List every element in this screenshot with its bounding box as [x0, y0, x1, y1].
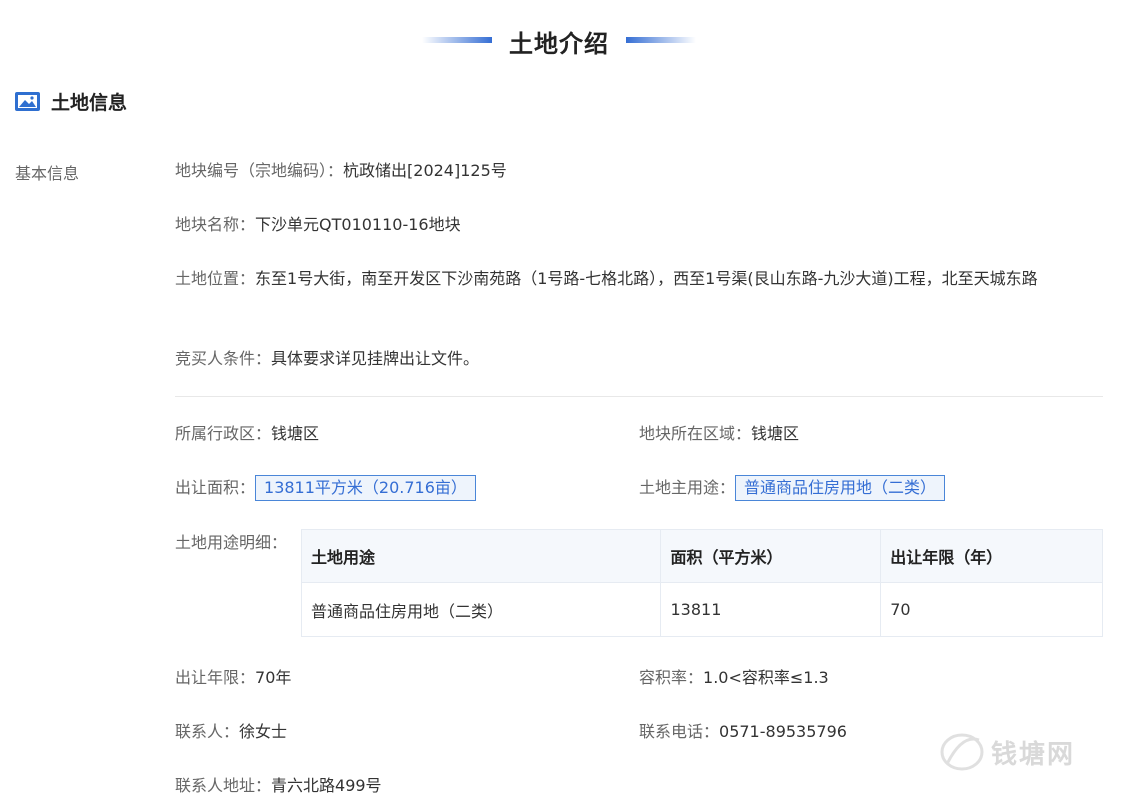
contact-row: 联系人：徐女士	[175, 719, 287, 745]
divider	[175, 396, 1103, 397]
location-row: 土地位置： 东至1号大街，南至开发区下沙南苑路（1号路-七格北路），西至1号渠(艮…	[175, 266, 1105, 292]
contact-label: 联系人：	[175, 722, 240, 741]
district-value: 钱塘区	[271, 424, 320, 443]
use-detail-label-text: 土地用途明细：	[175, 533, 288, 552]
page-title: 土地介绍	[509, 30, 609, 58]
table-header-row: 土地用途 面积（平方米） 出让年限（年）	[300, 529, 1103, 583]
contact-value: 徐女士	[239, 722, 288, 741]
main-use-value: 普通商品住房用地（二类）	[735, 475, 946, 501]
section-title: 土地信息	[51, 91, 128, 114]
phone-row: 联系电话：0571-89535796	[639, 719, 847, 745]
title-decoration-left	[422, 37, 492, 43]
table-cell-use: 普通商品住房用地（二类）	[300, 582, 662, 637]
table-header-use: 土地用途	[300, 529, 662, 583]
parcel-no-row: 地块编号（宗地编码）：杭政储出[2024]125号	[175, 158, 507, 184]
land-area-row: 出让面积： 13811平方米（20.716亩）	[175, 475, 476, 501]
image-icon	[15, 91, 40, 111]
term-row: 出让年限：70年	[175, 665, 291, 691]
parcel-no-value: 杭政储出[2024]125号	[343, 161, 507, 180]
watermark: 钱塘网	[937, 730, 1075, 774]
section-header: 土地信息	[15, 86, 127, 116]
side-label: 基本信息	[15, 164, 80, 183]
district-row: 所属行政区：钱塘区	[175, 421, 319, 447]
address-label: 联系人地址：	[175, 776, 272, 795]
location-value: 东至1号大街，南至开发区下沙南苑路（1号路-七格北路），西至1号渠(艮山东路-九…	[255, 269, 1038, 288]
area-region-value: 钱塘区	[751, 424, 800, 443]
table-header-term: 出让年限（年）	[880, 529, 1103, 583]
parcel-name-value: 下沙单元QT010110-16地块	[255, 215, 461, 234]
far-value: 1.0<容积率≤1.3	[703, 668, 829, 687]
table-header-area: 面积（平方米）	[660, 529, 882, 583]
bidder-row: 竞买人条件：具体要求详见挂牌出让文件。	[175, 346, 479, 372]
land-use-table: 土地用途 面积（平方米） 出让年限（年） 普通商品住房用地（二类） 13811 …	[300, 529, 1103, 637]
district-label: 所属行政区：	[175, 424, 272, 443]
use-detail-label: 土地用途明细：	[175, 530, 287, 556]
table-row: 普通商品住房用地（二类） 13811 70	[300, 582, 1103, 637]
address-value: 青六北路499号	[271, 776, 382, 795]
table-cell-area: 13811	[660, 582, 882, 637]
watermark-logo-icon	[940, 733, 984, 771]
term-value: 70年	[255, 668, 292, 687]
term-label: 出让年限：	[175, 668, 256, 687]
bidder-label: 竞买人条件：	[175, 349, 272, 368]
page-header: 土地介绍	[0, 22, 1135, 58]
title-decoration-right	[626, 37, 696, 43]
main-use-label: 土地主用途：	[639, 478, 736, 497]
parcel-no-label: 地块编号（宗地编码）：	[175, 161, 344, 180]
parcel-name-row: 地块名称：下沙单元QT010110-16地块	[175, 212, 461, 238]
far-row: 容积率：1.0<容积率≤1.3	[639, 665, 829, 691]
location-label: 土地位置：	[175, 269, 256, 288]
address-row: 联系人地址：青六北路499号	[175, 773, 382, 799]
table-cell-term: 70	[880, 582, 1103, 637]
main-use-row: 土地主用途： 普通商品住房用地（二类）	[639, 475, 946, 501]
land-area-label: 出让面积：	[175, 478, 256, 497]
area-region-label: 地块所在区域：	[639, 424, 752, 443]
parcel-name-label: 地块名称：	[175, 215, 256, 234]
phone-label: 联系电话：	[639, 722, 720, 741]
area-region-row: 地块所在区域：钱塘区	[639, 421, 799, 447]
watermark-text: 钱塘网	[990, 739, 1075, 770]
land-area-value: 13811平方米（20.716亩）	[255, 475, 476, 501]
phone-value: 0571-89535796	[719, 722, 847, 741]
bidder-value: 具体要求详见挂牌出让文件。	[271, 349, 480, 368]
far-label: 容积率：	[639, 668, 704, 687]
